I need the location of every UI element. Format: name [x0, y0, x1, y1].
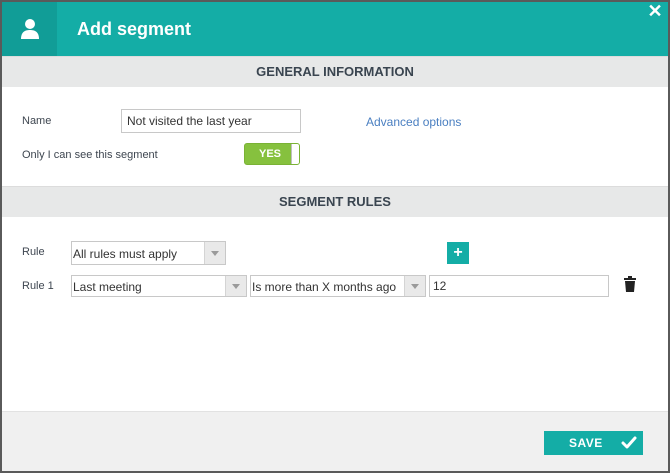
toggle-knob [291, 144, 299, 164]
toggle-label: YES [259, 148, 282, 160]
rule-mode-select[interactable]: All rules must apply [71, 241, 226, 265]
chevron-down-icon [225, 276, 246, 296]
advanced-options-link[interactable]: Advanced options [366, 115, 461, 129]
rule-1-field-select[interactable]: Last meeting [71, 275, 247, 297]
user-icon [20, 19, 39, 39]
rule-1-field-value: Last meeting [73, 280, 142, 294]
rule-1-condition-value: Is more than X months ago [252, 280, 397, 294]
dialog-title: Add segment [77, 19, 192, 39]
add-segment-dialog: Add segment ✕ GENERAL INFORMATION Name A… [2, 2, 668, 471]
plus-icon: + [453, 244, 463, 261]
name-input[interactable] [121, 109, 301, 133]
rule-1-condition-select[interactable]: Is more than X months ago [250, 275, 426, 297]
trash-icon[interactable] [623, 276, 637, 292]
save-button[interactable]: SAVE [544, 431, 643, 455]
close-icon[interactable]: ✕ [646, 2, 664, 20]
header-icon-box [2, 2, 57, 56]
chevron-down-icon [204, 242, 225, 264]
name-label: Name [22, 115, 52, 127]
general-information-header: GENERAL INFORMATION [2, 56, 668, 87]
save-label: SAVE [569, 436, 603, 450]
dialog-footer: SAVE [2, 411, 668, 471]
visibility-label: Only I can see this segment [22, 149, 158, 161]
dialog-header: Add segment ✕ [2, 2, 668, 56]
add-rule-button[interactable]: + [447, 242, 469, 264]
chevron-down-icon [404, 276, 425, 296]
rule-1-value-input[interactable] [429, 275, 609, 297]
segment-rules-header: SEGMENT RULES [2, 186, 668, 217]
visibility-toggle[interactable]: YES [244, 143, 300, 165]
rule-1-label: Rule 1 [22, 280, 54, 292]
checkmark-icon [621, 436, 637, 449]
rule-mode-label: Rule [22, 246, 45, 258]
rule-mode-value: All rules must apply [73, 247, 178, 261]
